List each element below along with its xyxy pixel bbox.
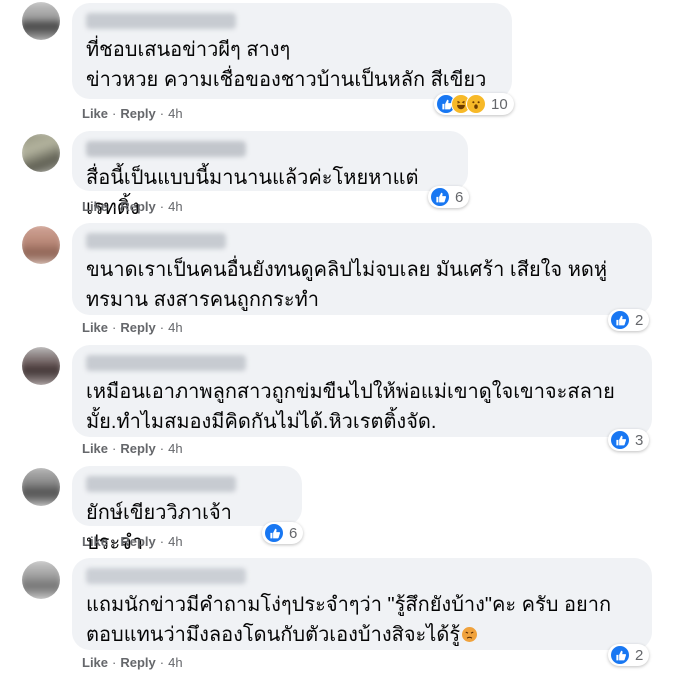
like-icon [610, 310, 630, 330]
like-button[interactable]: Like [82, 534, 108, 549]
comment-bubble: ยักษ์เขียววิภาเจ้าประจำ [72, 466, 302, 554]
like-button[interactable]: Like [82, 320, 108, 335]
avatar[interactable] [22, 561, 60, 599]
like-icon [610, 645, 630, 665]
reply-button[interactable]: Reply [120, 106, 155, 121]
timestamp[interactable]: 4h [168, 199, 182, 214]
timestamp[interactable]: 4h [168, 655, 182, 670]
comment-text: ขนาดเราเป็นคนอื่นยังทนดูคลิปไม่จบเลย มัน… [86, 259, 608, 311]
like-icon [264, 523, 284, 543]
commenter-name[interactable] [86, 355, 246, 371]
avatar[interactable] [22, 134, 60, 172]
wow-icon [466, 94, 486, 114]
comment-actions: Like · Reply · 4h [82, 106, 183, 121]
avatar[interactable] [22, 2, 60, 40]
comment-text: สื่อนี้เป็นแบบนี้มานานแล้วค่ะโหยหาแต่เรท… [86, 167, 419, 219]
reply-button[interactable]: Reply [120, 534, 155, 549]
avatar[interactable] [22, 347, 60, 385]
reaction-summary[interactable]: 3 [608, 429, 650, 451]
timestamp[interactable]: 4h [168, 441, 182, 456]
reply-button[interactable]: Reply [120, 441, 155, 456]
avatar[interactable] [22, 226, 60, 264]
reaction-summary[interactable]: 2 [608, 644, 650, 666]
comment-actions: Like · Reply · 4h [82, 199, 183, 214]
comment-bubble: ที่ชอบเสนอข่าวผีๆ สางๆ ข่าวหวย ความเชื่อ… [72, 3, 512, 99]
like-button[interactable]: Like [82, 106, 108, 121]
reaction-summary[interactable]: 10 [434, 93, 514, 115]
comment-bubble: สื่อนี้เป็นแบบนี้มานานแล้วค่ะโหยหาแต่เรท… [72, 131, 468, 219]
like-icon [430, 187, 450, 207]
comment-bubble: เหมือนเอาภาพลูกสาวถูกข่มขืนไปให้พ่อแม่เข… [72, 345, 652, 437]
avatar[interactable] [22, 468, 60, 506]
reply-button[interactable]: Reply [120, 199, 155, 214]
reaction-count: 2 [635, 311, 644, 329]
reaction-count: 6 [455, 188, 464, 206]
comment-text: แถมนักข่าวมีคำถามโง่ๆประจำๆว่า "รู้สึกยั… [86, 594, 612, 646]
commenter-name[interactable] [86, 13, 236, 29]
timestamp[interactable]: 4h [168, 320, 182, 335]
reply-button[interactable]: Reply [120, 320, 155, 335]
reply-button[interactable]: Reply [120, 655, 155, 670]
comment-text: ยักษ์เขียววิภาเจ้าประจำ [86, 502, 232, 554]
like-button[interactable]: Like [82, 199, 108, 214]
comment-bubble: ขนาดเราเป็นคนอื่นยังทนดูคลิปไม่จบเลย มัน… [72, 223, 652, 315]
comment-text: ที่ชอบเสนอข่าวผีๆ สางๆ ข่าวหวย ความเชื่อ… [86, 39, 487, 91]
reaction-summary[interactable]: 6 [262, 522, 304, 544]
like-button[interactable]: Like [82, 441, 108, 456]
comment-actions: Like · Reply · 4h [82, 534, 183, 549]
like-icon [610, 430, 630, 450]
reaction-count: 10 [491, 95, 508, 113]
commenter-name[interactable] [86, 476, 236, 492]
commenter-name[interactable] [86, 568, 246, 584]
reaction-summary[interactable]: 2 [608, 309, 650, 331]
angry-emoji-icon [462, 627, 478, 642]
comment-bubble: แถมนักข่าวมีคำถามโง่ๆประจำๆว่า "รู้สึกยั… [72, 558, 652, 650]
reaction-summary[interactable]: 6 [428, 186, 470, 208]
like-button[interactable]: Like [82, 655, 108, 670]
comment-text: เหมือนเอาภาพลูกสาวถูกข่มขืนไปให้พ่อแม่เข… [86, 381, 615, 433]
commenter-name[interactable] [86, 233, 226, 249]
comment-actions: Like · Reply · 4h [82, 320, 183, 335]
timestamp[interactable]: 4h [168, 106, 182, 121]
reaction-count: 2 [635, 646, 644, 664]
comment-actions: Like · Reply · 4h [82, 655, 183, 670]
reaction-count: 3 [635, 431, 644, 449]
timestamp[interactable]: 4h [168, 534, 182, 549]
comment-actions: Like · Reply · 4h [82, 441, 183, 456]
commenter-name[interactable] [86, 141, 246, 157]
reaction-count: 6 [289, 524, 298, 542]
